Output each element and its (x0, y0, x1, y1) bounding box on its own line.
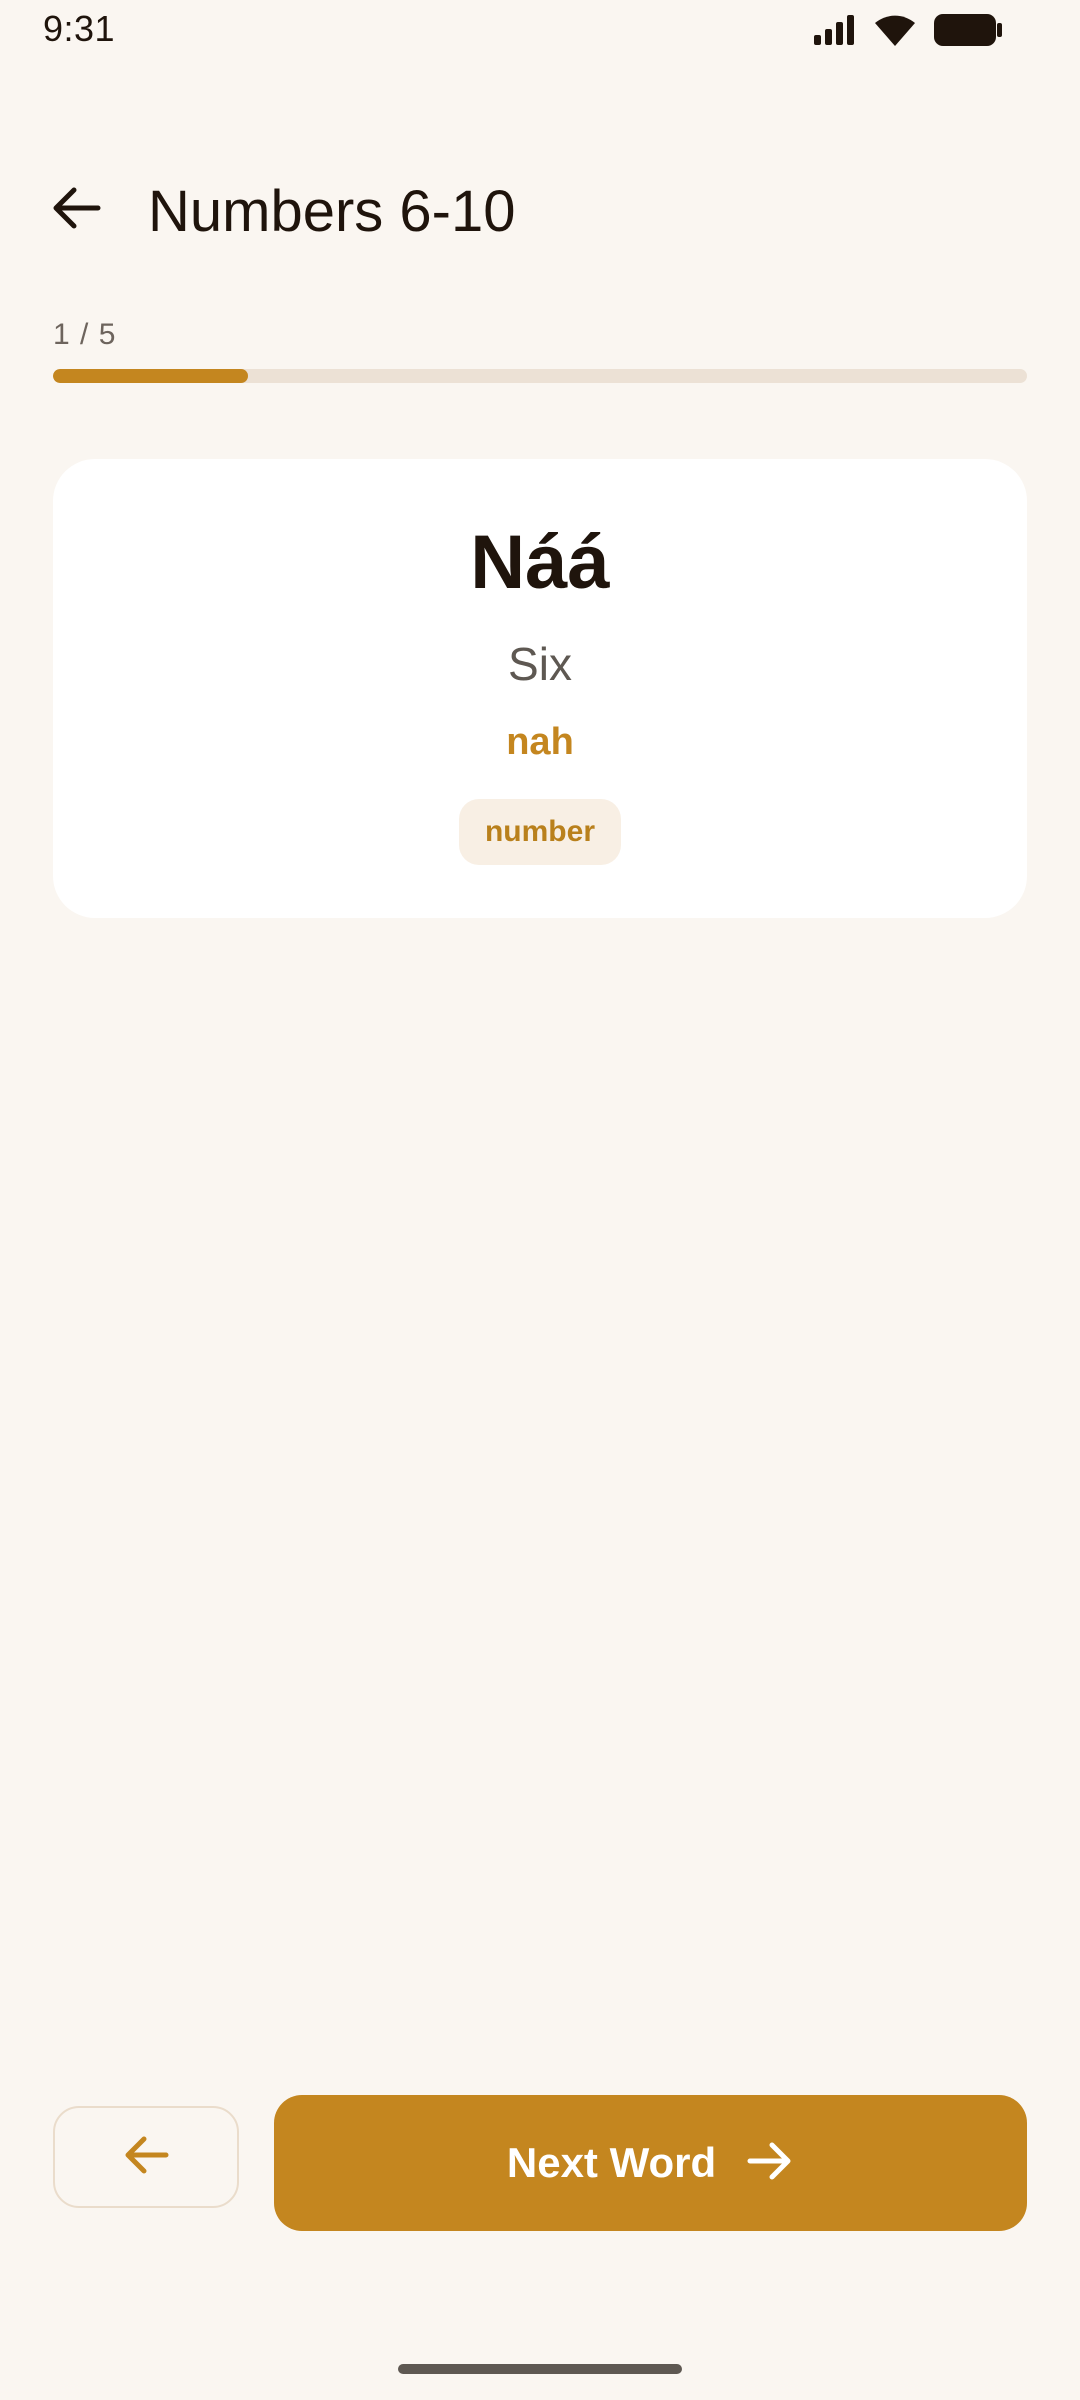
pronunciation: nah (506, 721, 574, 763)
status-time: 9:31 (43, 8, 116, 49)
progress-fill (53, 369, 248, 383)
progress-bar (53, 369, 1027, 383)
app-header: Numbers 6-10 (0, 160, 1080, 260)
native-word: Náá (470, 520, 610, 605)
arrow-left-icon (50, 186, 102, 235)
back-button[interactable] (36, 170, 116, 250)
next-word-button[interactable]: Next Word (274, 2095, 1027, 2231)
arrow-right-icon (746, 2140, 794, 2187)
home-indicator[interactable] (398, 2364, 682, 2374)
page-title: Numbers 6-10 (148, 179, 516, 244)
progress-count: 1 / 5 (53, 318, 117, 351)
app-screen: 9:31 Numbers 6-10 1 / 5 Náá Six nah numb… (0, 0, 1080, 2400)
arrow-left-icon (122, 2134, 170, 2181)
tag-row: number (53, 799, 1027, 865)
word-card: Náá Six nah number (53, 459, 1027, 918)
wifi-icon (872, 12, 918, 48)
english-translation: Six (508, 638, 572, 690)
category-tag: number (458, 799, 621, 865)
status-bar: 9:31 (0, 0, 1080, 60)
next-word-label: Next Word (506, 2139, 717, 2186)
signal-icon (812, 13, 858, 47)
previous-word-button[interactable] (53, 2106, 239, 2208)
battery-icon (932, 12, 1004, 48)
status-icons (812, 12, 1004, 48)
